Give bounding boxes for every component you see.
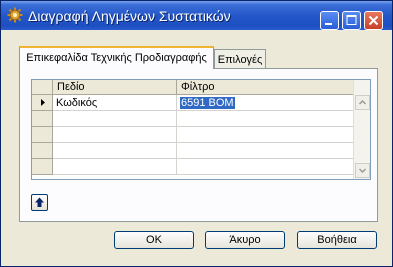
tab-label: Επιλογές	[217, 54, 263, 66]
column-header-filter[interactable]: Φίλτρο	[177, 80, 354, 95]
table-cell-filter[interactable]	[177, 127, 354, 143]
minimize-button[interactable]	[320, 11, 339, 30]
tab-label: Επικεφαλίδα Τεχνικής Προδιαγραφής	[26, 52, 207, 64]
title-bar[interactable]: Διαγραφή Ληγμένων Συστατικών	[1, 1, 392, 30]
help-button[interactable]: Βοήθεια	[297, 231, 377, 249]
ok-button[interactable]: OK	[114, 231, 194, 249]
maximize-button[interactable]	[342, 11, 361, 30]
dialog-window: Διαγραφή Ληγμένων Συστατικών Επικεφαλίδα…	[0, 0, 393, 267]
row-selector[interactable]	[32, 143, 53, 159]
column-header-field[interactable]: Πεδίο	[53, 80, 177, 95]
table-cell-filter[interactable]	[177, 111, 354, 127]
tab-specification-header[interactable]: Επικεφαλίδα Τεχνικής Προδιαγραφής	[19, 46, 214, 69]
row-selector[interactable]	[32, 127, 53, 143]
maximize-icon	[346, 15, 357, 25]
minimize-icon	[325, 23, 332, 25]
table-cell-field[interactable]	[53, 159, 177, 175]
gear-icon	[7, 7, 23, 23]
move-up-button[interactable]	[31, 194, 48, 211]
cancel-button[interactable]: Άκυρο	[205, 231, 285, 249]
table-cell-filter[interactable]	[177, 143, 354, 159]
table-cell-field[interactable]	[53, 143, 177, 159]
close-icon	[368, 15, 379, 26]
grid-corner	[32, 80, 53, 95]
table-cell-field[interactable]: Κωδικός	[53, 95, 177, 111]
row-selector[interactable]	[32, 111, 53, 127]
vertical-scrollbar[interactable]	[353, 80, 370, 179]
scroll-down-button[interactable]	[355, 163, 370, 178]
close-button[interactable]	[364, 11, 383, 30]
table-cell-filter[interactable]: 6591 BOM	[177, 95, 354, 111]
scroll-up-button[interactable]	[355, 95, 370, 110]
table-cell-field[interactable]	[53, 111, 177, 127]
row-selector[interactable]	[32, 159, 53, 175]
table-cell-filter[interactable]	[177, 159, 354, 175]
current-row-arrow-icon	[41, 99, 45, 106]
tab-options[interactable]: Επιλογές	[214, 49, 266, 69]
filter-grid[interactable]: Πεδίο Φίλτρο Κωδικός 6591 BOM	[31, 79, 371, 180]
table-cell-field[interactable]	[53, 127, 177, 143]
arrow-up-icon	[35, 197, 44, 207]
row-selector[interactable]	[32, 95, 53, 111]
window-title: Διαγραφή Ληγμένων Συστατικών	[28, 8, 231, 24]
chevron-down-icon	[358, 168, 367, 174]
filter-value-selected[interactable]: 6591 BOM	[180, 97, 235, 109]
chevron-up-icon	[358, 99, 367, 105]
